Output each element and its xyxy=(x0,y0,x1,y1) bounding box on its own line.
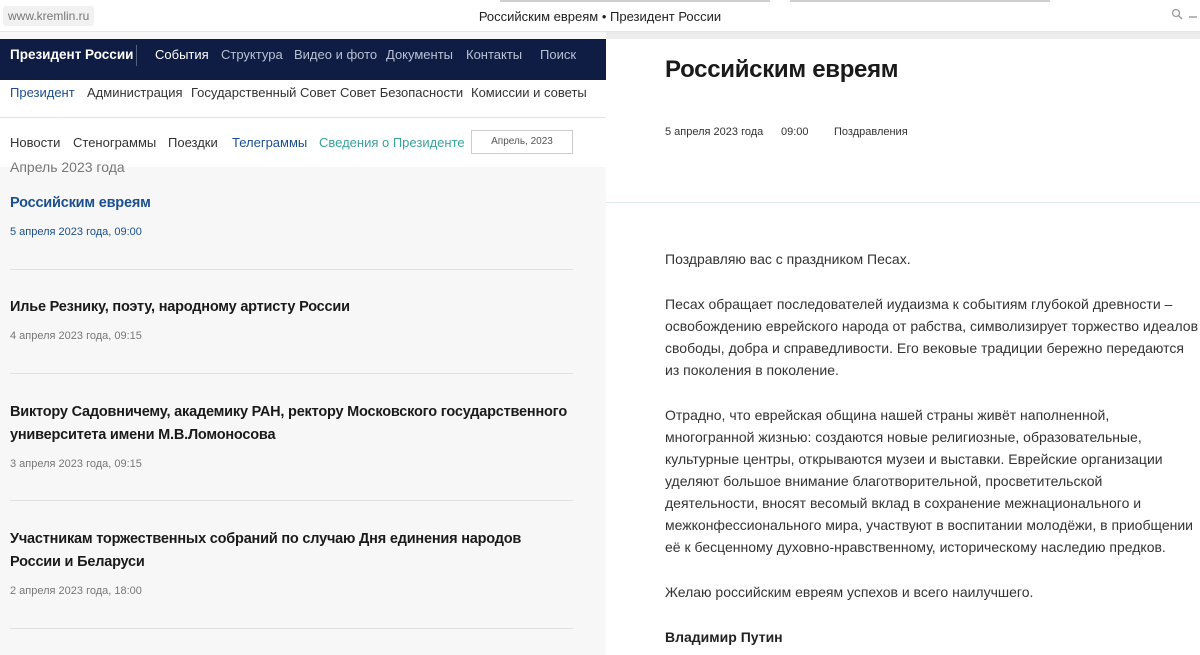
article-paragraph: Поздравляю вас с праздником Песах. xyxy=(665,251,911,267)
list-item-title[interactable]: Российским евреям xyxy=(10,192,573,215)
section-tab-trips[interactable]: Поездки xyxy=(168,135,218,150)
list-item-date: 2 апреля 2023 года, 18:00 xyxy=(10,585,142,597)
browser-titlebar: www.kremlin.ru Российским евреям • Прези… xyxy=(0,0,1200,32)
article-paragraph: Отрадно, что еврейская община нашей стра… xyxy=(665,407,1193,555)
section-tab-transcripts[interactable]: Стенограммы xyxy=(73,135,156,150)
top-navigation: Президент России События Структура Видео… xyxy=(0,39,606,80)
article-title: Российским евреям xyxy=(665,56,899,83)
list-item[interactable]: Виктору Садовничему, академику РАН, рект… xyxy=(10,401,573,470)
subnav-item-state-council[interactable]: Государственный Совет xyxy=(191,85,336,100)
list-item[interactable]: Илье Резнику, поэту, народному артисту Р… xyxy=(10,296,573,342)
brand-logo-text[interactable]: Президент России xyxy=(10,39,133,71)
list-divider xyxy=(10,269,573,270)
panel-top-strip xyxy=(606,32,1200,39)
sub-navigation: Президент Администрация Государственный … xyxy=(0,80,606,118)
list-divider xyxy=(10,500,573,501)
nav-item-structure[interactable]: Структура xyxy=(221,39,283,71)
nav-item-documents[interactable]: Документы xyxy=(386,39,453,71)
list-divider xyxy=(10,373,573,374)
zoom-icon[interactable] xyxy=(1170,8,1184,22)
subnav-item-commissions[interactable]: Комиссии и советы xyxy=(471,85,587,100)
subnav-item-administration[interactable]: Администрация xyxy=(87,85,183,100)
minimize-icon[interactable] xyxy=(1186,8,1200,22)
article-body: Поздравляю вас с праздником Песах. Песах… xyxy=(665,248,1198,655)
article-category[interactable]: Поздравления xyxy=(834,126,908,138)
article-header-divider xyxy=(606,202,1200,203)
list-item-date: 3 апреля 2023 года, 09:15 xyxy=(10,458,142,470)
nav-item-video-photo[interactable]: Видео и фото xyxy=(294,39,377,71)
list-item-title[interactable]: Илье Резнику, поэту, народному артисту Р… xyxy=(10,296,573,319)
article-panel: Российским евреям 5 апреля 2023 года 09:… xyxy=(606,32,1200,655)
window-title: Российским евреям • Президент России xyxy=(478,9,722,24)
subnav-item-president[interactable]: Президент xyxy=(10,85,75,100)
left-panel: Президент России События Структура Видео… xyxy=(0,32,606,655)
nav-item-events[interactable]: События xyxy=(155,39,209,71)
month-heading: Апрель 2023 года xyxy=(10,159,125,175)
article-paragraph: Песах обращает последователей иудаизма к… xyxy=(665,296,1199,378)
brand-separator xyxy=(136,45,137,66)
subnav-item-security-council[interactable]: Совет Безопасности xyxy=(340,85,463,100)
titlebar-accent-line xyxy=(790,0,1050,2)
article-date: 5 апреля 2023 года xyxy=(665,126,764,138)
article-paragraph: Желаю российским евреям успехов и всего … xyxy=(665,584,1034,600)
date-filter-select[interactable]: Апрель, 2023 xyxy=(471,130,573,154)
article-signature: Владимир Путин xyxy=(665,629,783,645)
list-item-title[interactable]: Виктору Садовничему, академику РАН, рект… xyxy=(10,401,573,447)
section-tab-news[interactable]: Новости xyxy=(10,135,60,150)
titlebar-accent-line xyxy=(500,0,770,2)
list-item-date: 4 апреля 2023 года, 09:15 xyxy=(10,330,142,342)
list-item-date: 5 апреля 2023 года, 09:00 xyxy=(10,226,142,238)
list-item[interactable]: Российским евреям 5 апреля 2023 года, 09… xyxy=(10,192,573,238)
section-tab-president-info[interactable]: Сведения о Президенте xyxy=(319,135,465,150)
article-time: 09:00 xyxy=(781,126,809,138)
nav-item-search[interactable]: Поиск xyxy=(540,39,576,71)
nav-item-contacts[interactable]: Контакты xyxy=(466,39,522,71)
list-divider xyxy=(10,628,573,629)
list-item[interactable]: Участникам торжественных собраний по слу… xyxy=(10,528,573,597)
section-tab-telegrams[interactable]: Телеграммы xyxy=(232,135,307,150)
list-item-title[interactable]: Участникам торжественных собраний по слу… xyxy=(10,528,573,574)
